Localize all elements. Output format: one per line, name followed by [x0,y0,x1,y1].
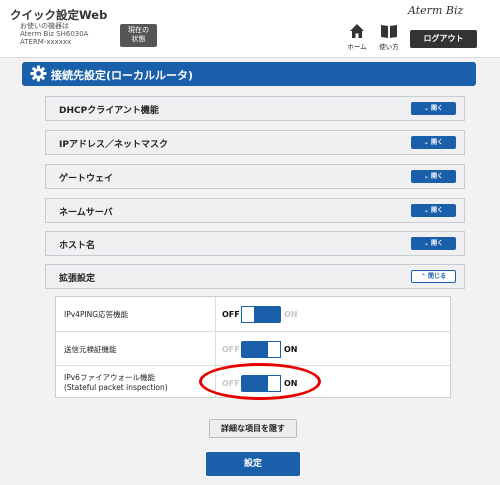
panel-label: ゲートウェイ [59,174,114,184]
current-status-label-1: 現在の [128,26,149,34]
panel-gateway[interactable]: ゲートウェイ ⌄ 開く [45,164,465,189]
panel-host-name[interactable]: ホスト名 ⌄ 開く [45,231,465,256]
home-icon [350,24,364,38]
open-button[interactable]: ⌄ 開く [411,136,456,149]
apply-button[interactable]: 設定 [206,452,300,476]
chevron-down-icon: ⌄ [423,240,429,247]
chevron-down-icon: ⌄ [423,105,429,112]
app-title: クイック設定Web [10,8,108,22]
toggle-switch[interactable] [241,341,281,358]
setting-label: IPv4PING応答機能 [64,310,129,319]
panel-name-server[interactable]: ネームサーバ ⌄ 開く [45,198,465,223]
off-label: OFF [222,310,240,319]
setting-row-ipv4-ping: IPv4PING応答機能 OFF ON [56,297,450,331]
open-button-label: 開く [431,173,444,180]
help-label: 使い方 [379,43,399,51]
panel-label: DHCPクライアント機能 [59,106,159,116]
gear-icon [30,65,47,82]
panel-label: ネームサーバ [59,208,113,218]
close-button-label: 閉じる [428,273,447,280]
section-header: 接続先設定(ローカルルータ) [22,62,476,86]
chevron-up-icon: ⌃ [420,273,426,280]
open-button-label: 開く [431,139,444,146]
book-icon [381,25,397,38]
panel-label: ホスト名 [59,241,96,251]
panel-label: 拡張設定 [59,274,96,284]
device-info-line: お使いの機器は [20,22,69,30]
hide-details-button[interactable]: 詳細な項目を隠す [209,419,297,438]
help-button[interactable]: 使い方 [375,22,403,52]
open-button[interactable]: ⌄ 開く [411,204,456,217]
home-label: ホーム [347,43,367,51]
open-button-label: 開く [431,207,444,214]
device-name: ATERM-xxxxxx [20,38,72,46]
open-button[interactable]: ⌄ 開く [411,237,456,250]
panel-extended-settings[interactable]: 拡張設定 ⌃ 閉じる [45,264,465,289]
toggle-knob [267,341,281,358]
off-label: OFF [222,345,240,354]
setting-label: 送信元検証機能 [64,345,117,354]
toggle-knob [241,306,255,323]
current-status-label-2: 状態 [131,35,146,43]
current-status-button[interactable]: 現在の 状態 [120,24,157,47]
open-button[interactable]: ⌄ 開く [411,170,456,183]
open-button-label: 開く [431,240,444,247]
setting-row-source-verify: 送信元検証機能 OFF ON [56,331,450,365]
logout-button[interactable]: ログアウト [410,30,477,48]
on-label: ON [284,345,298,354]
chevron-down-icon: ⌄ [423,139,429,146]
highlight-ellipse [199,363,321,400]
section-title: 接続先設定(ローカルルータ) [51,69,194,82]
header: クイック設定Web お使いの機器は Aterm Biz SH6030A ATER… [0,0,500,58]
open-button-label: 開く [431,105,444,112]
on-label: ON [284,310,298,319]
open-button[interactable]: ⌄ 開く [411,102,456,115]
setting-label: IPv6ファイアウォール機能 [64,373,155,382]
chevron-down-icon: ⌄ [423,207,429,214]
home-button[interactable]: ホーム [343,22,371,52]
panel-dhcp-client[interactable]: DHCPクライアント機能 ⌄ 開く [45,96,465,121]
device-model: Aterm Biz SH6030A [20,30,89,38]
panel-label: IPアドレス／ネットマスク [59,140,168,150]
close-button[interactable]: ⌃ 閉じる [411,270,456,283]
panel-ip-address[interactable]: IPアドレス／ネットマスク ⌄ 開く [45,130,465,155]
setting-sublabel: (Stateful packet inspection) [64,383,168,392]
brand-logo: Aterm Biz [408,4,464,17]
chevron-down-icon: ⌄ [423,173,429,180]
toggle-switch[interactable] [241,306,281,323]
